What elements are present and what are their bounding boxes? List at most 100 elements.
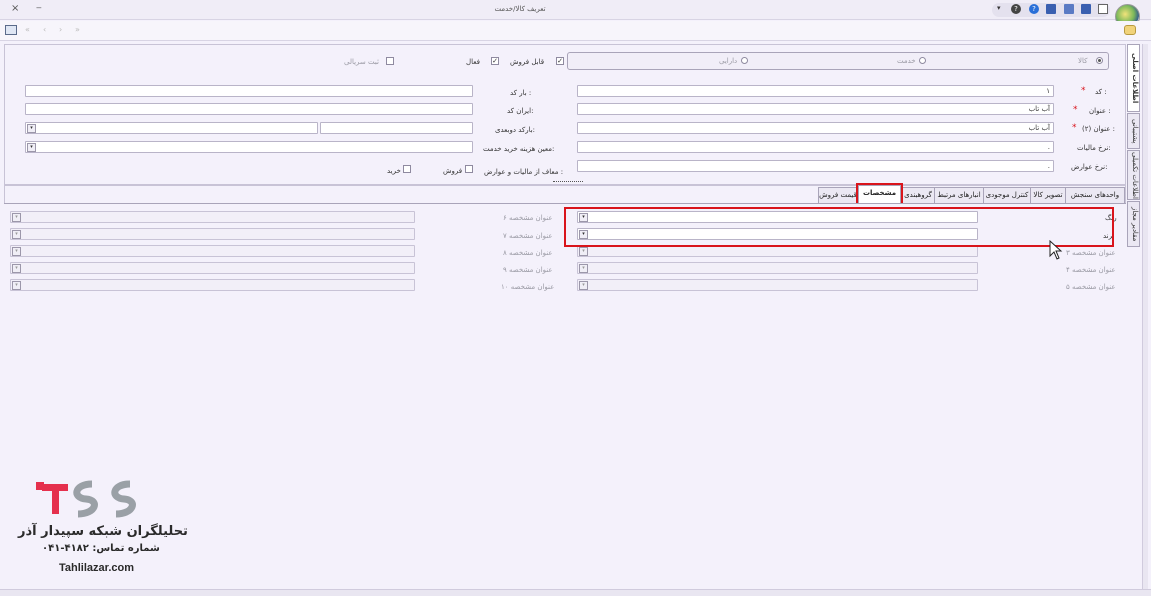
title-label: عنوان : (1089, 107, 1111, 115)
radio-service[interactable] (919, 57, 926, 64)
spec-select-10[interactable] (10, 279, 415, 291)
spec-dropdown-icon-4[interactable]: ▾ (579, 264, 588, 273)
save-as-icon[interactable] (1064, 4, 1074, 14)
spec-dropdown-icon-8[interactable]: ▾ (12, 247, 21, 256)
tab-units[interactable]: واحدهای سنجش (1065, 187, 1125, 203)
spec-dropdown-icon-5[interactable]: ▾ (579, 281, 588, 290)
exempt-buy-checkbox[interactable] (403, 165, 411, 173)
radio-goods-dot (1098, 59, 1101, 62)
side-tab-main-info[interactable]: اطلاعات اصلی (1127, 44, 1140, 112)
title2-input[interactable]: آب تاب (577, 122, 1054, 134)
lock-icon[interactable] (1124, 25, 1136, 35)
spec-dropdown-icon-10[interactable]: ▾ (12, 281, 21, 290)
splitter-grip[interactable] (553, 181, 583, 184)
iran-code-label: ایران کد: (507, 107, 534, 115)
vertical-scrollbar[interactable] (1142, 44, 1148, 589)
spec-dropdown-icon-7[interactable]: ▾ (12, 230, 21, 239)
side-tab-extra-info[interactable]: اطلاعات تکمیلی (1127, 150, 1140, 200)
spec-dropdown-icon-3[interactable]: ▾ (579, 247, 588, 256)
window-title: تعریف کالا/خدمت (494, 5, 546, 13)
spec-dropdown-icon-9[interactable]: ▾ (12, 264, 21, 273)
title2-required-icon: * (1072, 123, 1077, 133)
close-button[interactable]: × (11, 3, 19, 14)
code-label: کد : (1095, 88, 1107, 96)
radio-asset-label: دارایی (719, 57, 738, 65)
nav-first-button[interactable]: « (25, 25, 30, 34)
barcode-label: بار کد : (510, 89, 532, 97)
exempt-buy-label: خرید (387, 167, 401, 175)
serial-checkbox[interactable] (386, 57, 394, 65)
spec-label-8: عنوان مشخصه ۸ (503, 249, 553, 257)
dropdown-arrow-icon[interactable]: ▾ (997, 4, 1007, 14)
nav-next-button[interactable]: › (59, 25, 62, 34)
sellable-label: قابل فروش (510, 58, 545, 66)
new-document-icon[interactable] (1098, 4, 1108, 14)
item-type-group (567, 52, 1109, 70)
tax-rate-input[interactable]: . (577, 141, 1054, 153)
title-input[interactable]: آب تاب (577, 103, 1054, 115)
spec-select-6[interactable] (10, 211, 415, 223)
title-bar (0, 0, 1151, 20)
monitor-icon[interactable] (5, 25, 17, 35)
radio-service-label: خدمت (897, 57, 916, 65)
specs-highlight-box (564, 207, 1114, 247)
help-icon[interactable]: ? (1029, 4, 1039, 14)
watermark-site: Tahlilazar.com (59, 562, 134, 574)
spec-select-8[interactable] (10, 245, 415, 257)
spec-label-3: عنوان مشخصه ۳ (1066, 249, 1116, 257)
mouse-cursor-icon (1049, 240, 1063, 260)
spec-label-5: عنوان مشخصه ۵ (1066, 283, 1116, 291)
active-label: فعال (466, 58, 480, 66)
minimize-button[interactable]: ‒ (36, 3, 42, 13)
exempt-sell-label: فروش (443, 167, 463, 175)
active-checkbox[interactable]: ✓ (491, 57, 499, 65)
exempt-label: معاف از مالیات و عوارض : (484, 168, 564, 176)
tab-grouping[interactable]: گروهبندی (901, 187, 935, 203)
barcode-input[interactable] (25, 85, 473, 97)
watermark-phone: شماره تماس: ۴۱۸۲-۰۴۱ (42, 543, 160, 554)
save-close-icon[interactable] (1081, 4, 1091, 14)
spec-dropdown-icon-6[interactable]: ▾ (12, 213, 21, 222)
radio-goods-label: کالا (1078, 57, 1088, 65)
cost-center-label: معین هزینه خرید خدمت: (483, 145, 555, 153)
tax-rate-label: نرخ مالیات: (1077, 144, 1111, 152)
title-required-icon: * (1073, 105, 1078, 115)
spec-label-4: عنوان مشخصه ۴ (1066, 266, 1116, 274)
exempt-sell-checkbox[interactable] (465, 165, 473, 173)
spec-label-9: عنوان مشخصه ۹ (503, 266, 553, 274)
radio-asset[interactable] (741, 57, 748, 64)
spec-select-5[interactable] (577, 279, 978, 291)
splitter[interactable] (4, 184, 1126, 186)
status-bar (0, 589, 1151, 596)
question-icon[interactable]: ? (1011, 4, 1021, 14)
spec-select-7[interactable] (10, 228, 415, 240)
tab-image[interactable]: تصویر کالا (1030, 187, 1066, 203)
code-input[interactable]: ۱ (577, 85, 1054, 97)
cost-center-dropdown-icon[interactable]: ▾ (27, 143, 36, 152)
spec-select-4[interactable] (577, 262, 978, 274)
barcode2-type-select[interactable] (25, 122, 318, 134)
tab-related-warehouses[interactable]: انبارهای مرتبط (934, 187, 984, 203)
save-icon[interactable] (1046, 4, 1056, 14)
spec-label-10: عنوان مشخصه ۱۰ (501, 283, 555, 291)
side-tab-allowed-values[interactable]: مقادیر مجاز (1127, 201, 1140, 247)
duty-rate-input[interactable]: . (577, 160, 1054, 172)
nav-prev-button[interactable]: ‹ (43, 25, 46, 34)
tab-sell-price[interactable]: قیمت فروش (818, 187, 858, 203)
spec-label-6: عنوان مشخصه ۶ (503, 214, 553, 222)
tab-inventory-control[interactable]: کنترل موجودی (983, 187, 1031, 203)
spec-select-9[interactable] (10, 262, 415, 274)
cost-center-select[interactable] (25, 141, 473, 153)
code-required-icon: * (1081, 86, 1086, 96)
title2-label: عنوان (۲) : (1082, 125, 1116, 133)
sellable-checkbox[interactable]: ✓ (556, 57, 564, 65)
barcode2-input[interactable] (320, 122, 473, 134)
serial-label: ثبت سریالی (344, 58, 379, 66)
watermark-company: تحلیلگران شبکه سپیدار آذر (18, 524, 188, 539)
iran-code-input[interactable] (25, 103, 473, 115)
side-tab-support[interactable]: پشتیبانی (1127, 113, 1140, 149)
barcode2-dropdown-icon[interactable]: ▾ (27, 124, 36, 133)
company-logo-icon (36, 480, 136, 518)
nav-last-button[interactable]: » (75, 25, 80, 34)
barcode2-label: بارکد دوبعدی: (495, 126, 536, 134)
